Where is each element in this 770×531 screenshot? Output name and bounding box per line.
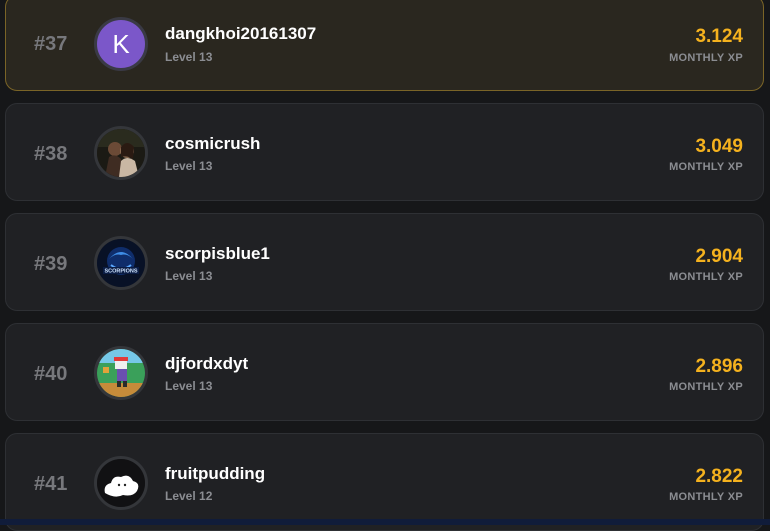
pixel-character-avatar-icon[interactable] [94, 346, 148, 400]
leaderboard-row-38[interactable]: #38 cosmicrush Level 13 3.049 MONTHLY XP [5, 103, 764, 201]
rank: #38 [34, 143, 68, 165]
username[interactable]: scorpisblue1 [165, 244, 270, 264]
monthly-xp-label: MONTHLY XP [669, 381, 743, 393]
username[interactable]: djfordxdyt [165, 354, 248, 374]
username[interactable]: dangkhoi20161307 [165, 24, 316, 44]
leaderboard-row-37[interactable]: #37 K dangkhoi20161307 Level 13 3.124 MO… [5, 0, 764, 91]
leaderboard-row-41[interactable]: #41 fruitpudding Level 12 2.822 MONTHLY … [5, 433, 764, 531]
username[interactable]: fruitpudding [165, 464, 265, 484]
user-level: Level 13 [165, 379, 213, 393]
user-level: Level 13 [165, 50, 213, 64]
rank: #37 [34, 33, 68, 55]
user-level: Level 12 [165, 489, 213, 503]
user-level: Level 13 [165, 159, 213, 173]
rank: #41 [34, 473, 68, 495]
avatar-logo-text: SCORPIONS [104, 269, 137, 275]
leaderboard-row-39[interactable]: #39 SCORPIONS scorpisblue1 Level 13 2.90… [5, 213, 764, 311]
couple-photo-avatar-icon[interactable] [94, 126, 148, 180]
scorpion-logo-avatar-icon[interactable]: SCORPIONS [94, 236, 148, 290]
monthly-xp-label: MONTHLY XP [669, 52, 743, 64]
avatar-letter: K [112, 29, 130, 59]
monthly-xp-value: 2.822 [695, 466, 743, 487]
cloud-sketch-avatar-icon[interactable] [94, 456, 148, 510]
username[interactable]: cosmicrush [165, 134, 260, 154]
monthly-xp-value: 3.124 [695, 26, 743, 47]
avatar[interactable]: K [94, 17, 148, 71]
monthly-xp-label: MONTHLY XP [669, 491, 743, 503]
user-level: Level 13 [165, 269, 213, 283]
rank: #39 [34, 253, 68, 275]
monthly-xp-label: MONTHLY XP [669, 161, 743, 173]
bottom-bar [0, 519, 770, 525]
rank: #40 [34, 363, 68, 385]
monthly-xp-value: 2.896 [695, 356, 743, 377]
monthly-xp-label: MONTHLY XP [669, 271, 743, 283]
monthly-xp-value: 3.049 [695, 136, 743, 157]
leaderboard-row-40[interactable]: #40 djfordxdyt Level 13 2.896 MONTHLY XP [5, 323, 764, 421]
monthly-xp-value: 2.904 [695, 246, 743, 267]
